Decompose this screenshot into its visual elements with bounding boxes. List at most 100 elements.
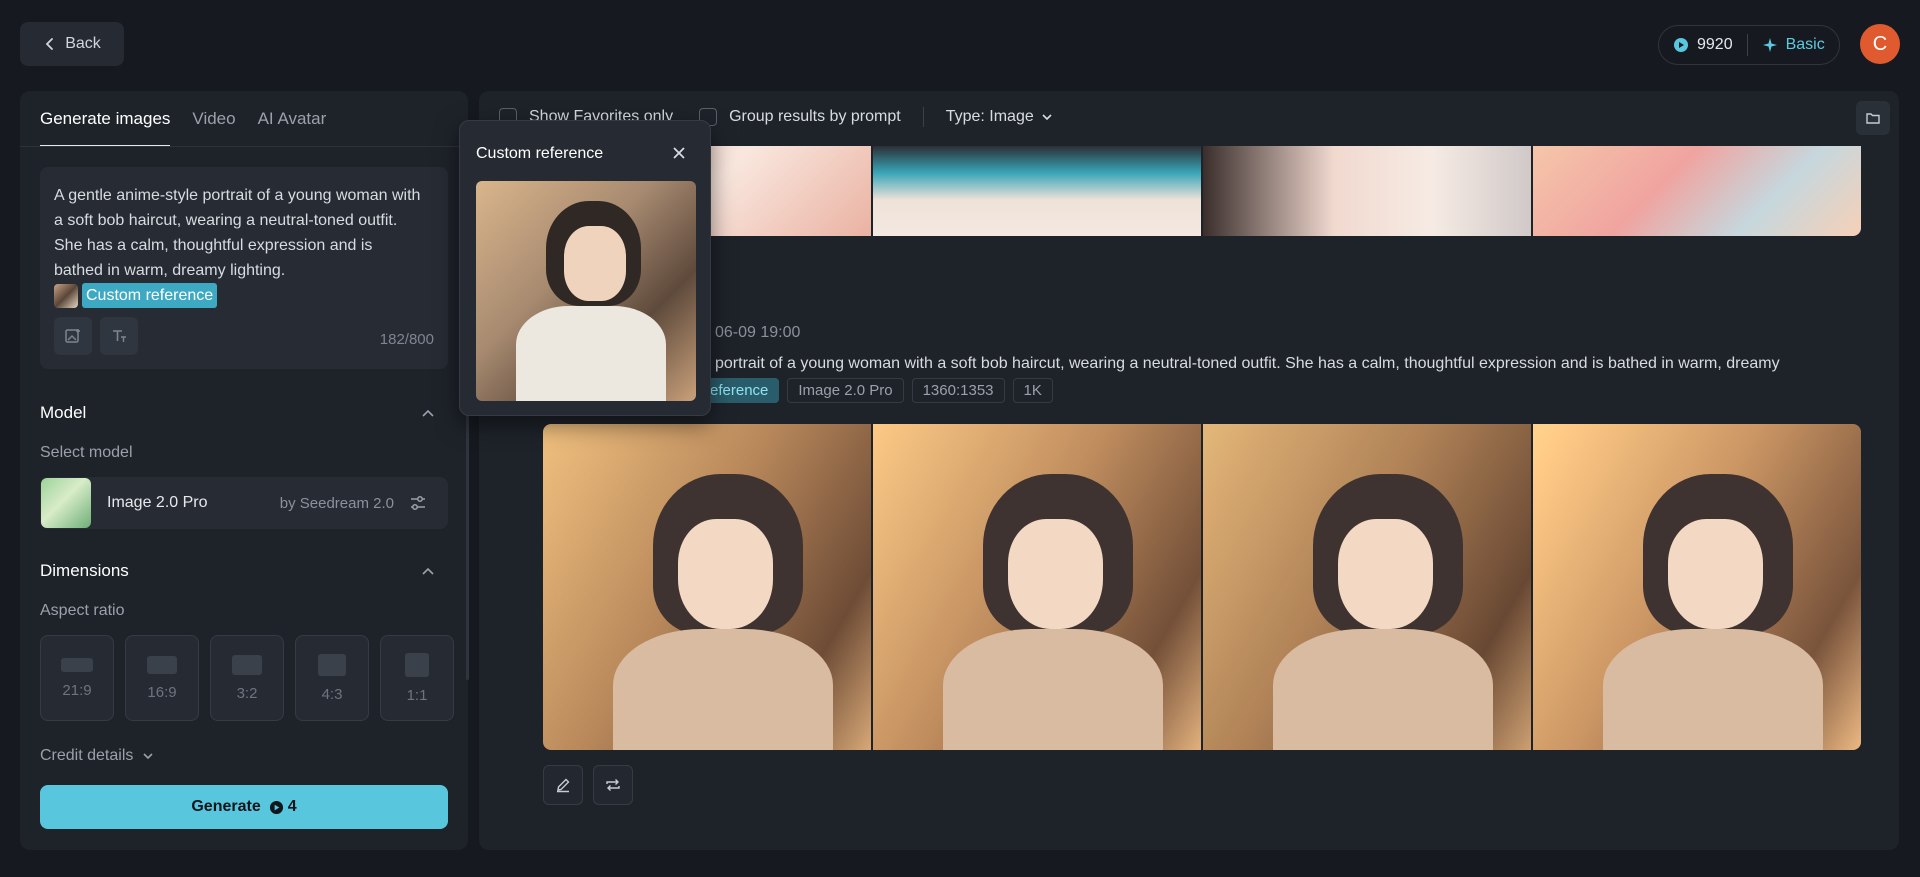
- credits-count: 9920: [1697, 36, 1733, 53]
- reference-figure-face: [564, 226, 626, 301]
- result-timestamp: 06-09 19:00: [715, 324, 801, 341]
- previous-results-strip: [543, 146, 1861, 236]
- tag-model: Image 2.0 Pro: [787, 378, 904, 403]
- result-image[interactable]: [1533, 146, 1861, 236]
- image-upload-button[interactable]: [54, 317, 92, 355]
- reference-figure-shirt: [516, 306, 666, 401]
- ratio-shape: [318, 653, 346, 676]
- aspect-ratio-label: Aspect ratio: [40, 602, 125, 619]
- tag-quality: 1K: [1012, 378, 1053, 403]
- image-figure-shirt: [613, 629, 833, 750]
- generate-panel: Generate images Video AI Avatar A gentle…: [20, 91, 468, 850]
- custom-reference-popup: Custom reference: [459, 120, 711, 416]
- credits-pill[interactable]: 9920 Basic: [1658, 25, 1840, 65]
- ratio-shape: [147, 655, 177, 674]
- result-image[interactable]: [1203, 424, 1531, 750]
- image-figure-face: [1008, 519, 1103, 629]
- settings-sliders-icon[interactable]: [408, 493, 428, 513]
- pencil-icon: [557, 778, 570, 793]
- back-label: Back: [65, 35, 101, 52]
- tab-divider: [20, 146, 468, 147]
- ratio-option-3-2[interactable]: 3:2: [210, 635, 284, 721]
- tab-ai-avatar[interactable]: AI Avatar: [258, 109, 327, 147]
- chevron-down-icon: [1042, 114, 1052, 121]
- model-section-title: Model: [40, 403, 87, 422]
- avatar-initial: C: [1872, 32, 1888, 55]
- chevron-up-icon[interactable]: [420, 406, 436, 422]
- tab-video[interactable]: Video: [192, 109, 235, 147]
- result-image[interactable]: [873, 146, 1201, 236]
- text-style-button[interactable]: [100, 317, 138, 355]
- ratio-option-4-3[interactable]: 4:3: [295, 635, 369, 721]
- back-button[interactable]: Back: [20, 22, 124, 66]
- model-thumbnail: [41, 478, 91, 528]
- credit-details-toggle[interactable]: Credit details: [40, 747, 155, 765]
- aspect-ratio-options: 21:9 16:9 3:2 4:3 1:1: [40, 635, 454, 721]
- generate-cost-value: 4: [287, 798, 297, 815]
- ratio-label: 1:1: [406, 686, 428, 704]
- filter-divider: [922, 107, 924, 127]
- prompt-text: A gentle anime-style portrait of a young…: [54, 187, 421, 279]
- group-label: Group results by prompt: [729, 108, 901, 125]
- sparkle-icon: [1762, 38, 1777, 52]
- dimensions-section-title: Dimensions: [40, 561, 129, 580]
- folder-icon: [1866, 113, 1880, 124]
- select-model-label: Select model: [40, 444, 133, 461]
- prompt-text-area[interactable]: A gentle anime-style portrait of a young…: [54, 183, 424, 309]
- edit-button[interactable]: [543, 765, 583, 805]
- text-icon: [113, 330, 126, 342]
- reference-image: [476, 181, 696, 401]
- result-image[interactable]: [873, 424, 1201, 750]
- popup-title: Custom reference: [476, 145, 604, 162]
- chevron-down-icon: [143, 753, 153, 760]
- ratio-label: 4:3: [321, 685, 343, 703]
- type-filter[interactable]: Type: Image: [946, 108, 1054, 126]
- prompt-tools: [54, 317, 138, 355]
- chevron-left-icon: [45, 38, 54, 50]
- plan-label: Basic: [1785, 36, 1825, 53]
- tab-generate-images[interactable]: Generate images: [40, 109, 171, 147]
- result-gallery: [543, 424, 1861, 750]
- reference-chip[interactable]: Custom reference: [54, 283, 218, 309]
- prompt-input[interactable]: A gentle anime-style portrait of a young…: [40, 167, 448, 369]
- ratio-shape: [61, 657, 93, 672]
- image-figure-face: [1668, 519, 1763, 629]
- type-filter-label: Type: Image: [945, 108, 1034, 125]
- tag-resolution: 1360:1353: [911, 378, 1005, 403]
- reference-thumbnail: [54, 283, 78, 308]
- credit-coin-icon: [269, 800, 283, 814]
- image-figure-face: [1338, 519, 1433, 629]
- result-actions: [543, 765, 633, 805]
- result-image[interactable]: [1203, 146, 1531, 236]
- ratio-label: 16:9: [147, 683, 177, 701]
- model-provider: by Seedream 2.0: [279, 494, 394, 512]
- image-figure-shirt: [1603, 629, 1823, 750]
- generate-button[interactable]: Generate 4: [40, 785, 448, 829]
- image-add-icon: [65, 329, 80, 343]
- credit-coin-icon: [1674, 38, 1688, 52]
- mode-tabs: Generate images Video AI Avatar: [40, 109, 326, 147]
- model-name: Image 2.0 Pro: [107, 494, 208, 511]
- ratio-option-16-9[interactable]: 16:9: [125, 635, 199, 721]
- avatar[interactable]: C: [1860, 24, 1900, 64]
- ratio-label: 3:2: [236, 684, 258, 702]
- image-figure-face: [678, 519, 773, 629]
- result-tags: eference Image 2.0 Pro 1360:1353 1K: [699, 378, 1053, 403]
- char-count: 182/800: [379, 331, 434, 348]
- ratio-option-21-9[interactable]: 21:9: [40, 635, 114, 721]
- folder-button[interactable]: [1856, 101, 1890, 135]
- repeat-icon: [606, 779, 620, 791]
- regenerate-button[interactable]: [593, 765, 633, 805]
- result-prompt: portrait of a young woman with a soft bo…: [715, 355, 1780, 372]
- generate-label: Generate: [191, 798, 261, 815]
- model-selector[interactable]: Image 2.0 Pro by Seedream 2.0: [40, 477, 448, 529]
- credit-details-label: Credit details: [40, 747, 134, 764]
- ratio-option-1-1[interactable]: 1:1: [380, 635, 454, 721]
- result-image[interactable]: [543, 424, 871, 750]
- close-icon[interactable]: [670, 144, 688, 162]
- result-image[interactable]: [1533, 424, 1861, 750]
- pill-divider: [1746, 34, 1748, 56]
- reference-label: Custom reference: [82, 283, 218, 309]
- ratio-label: 21:9: [62, 681, 92, 699]
- chevron-up-icon[interactable]: [420, 564, 436, 580]
